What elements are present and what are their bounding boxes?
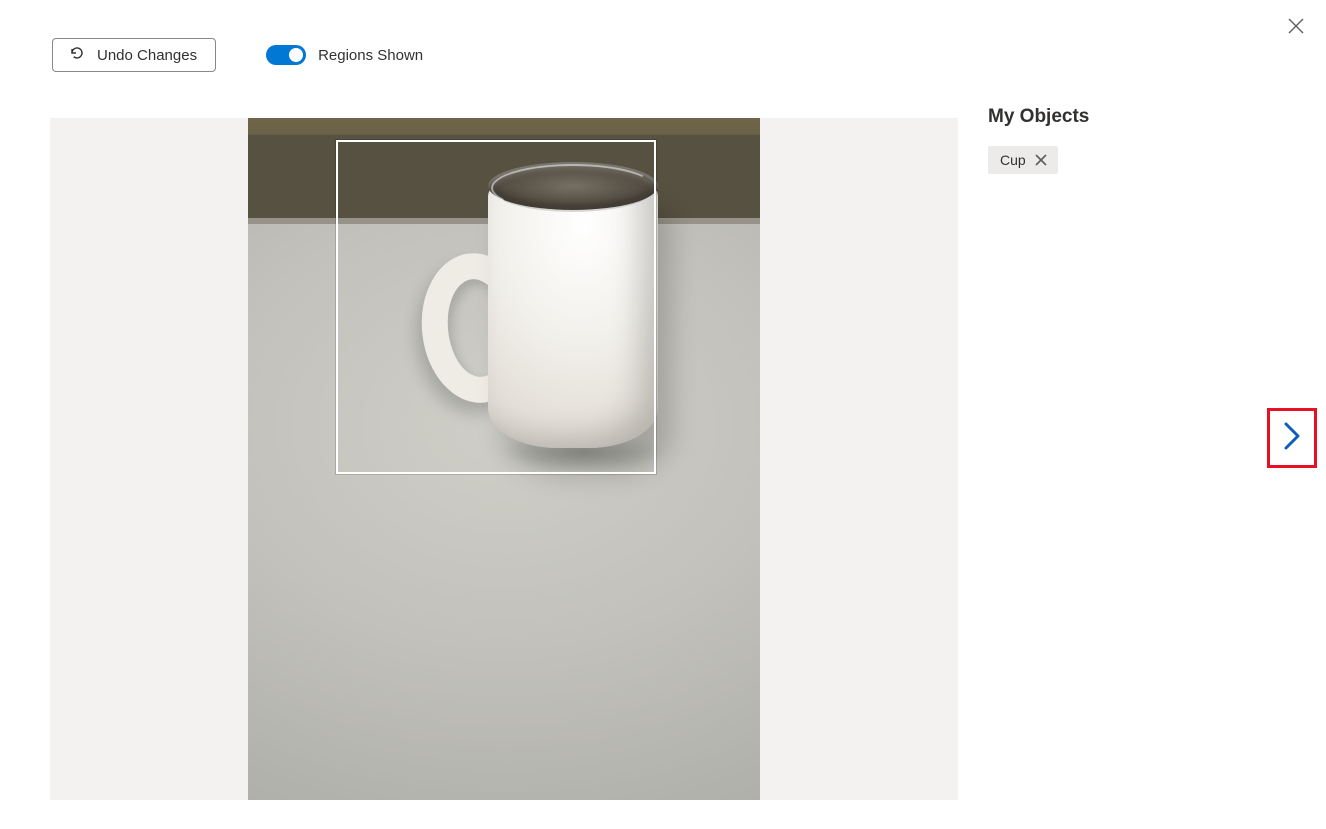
next-button[interactable]: [1267, 408, 1317, 468]
regions-toggle-label: Regions Shown: [318, 47, 423, 64]
objects-panel-title: My Objects: [988, 106, 1248, 128]
toolbar: Undo Changes Regions Shown: [52, 38, 423, 72]
object-tag[interactable]: Cup: [988, 146, 1058, 174]
objects-tag-list: Cup: [988, 146, 1248, 174]
image-canvas[interactable]: [50, 118, 958, 800]
undo-label: Undo Changes: [97, 47, 197, 64]
chevron-right-icon: [1282, 421, 1302, 456]
region-box-cup[interactable]: [336, 140, 656, 474]
object-tag-label: Cup: [1000, 152, 1026, 168]
undo-button[interactable]: Undo Changes: [52, 38, 216, 72]
remove-tag-icon[interactable]: [1034, 153, 1048, 167]
toggle-switch-icon: [266, 45, 306, 65]
close-button[interactable]: [1280, 12, 1312, 44]
undo-icon: [69, 45, 85, 65]
regions-toggle[interactable]: Regions Shown: [266, 45, 423, 65]
objects-panel: My Objects Cup: [988, 106, 1248, 174]
image-surface[interactable]: [248, 118, 760, 800]
close-icon: [1287, 17, 1305, 40]
